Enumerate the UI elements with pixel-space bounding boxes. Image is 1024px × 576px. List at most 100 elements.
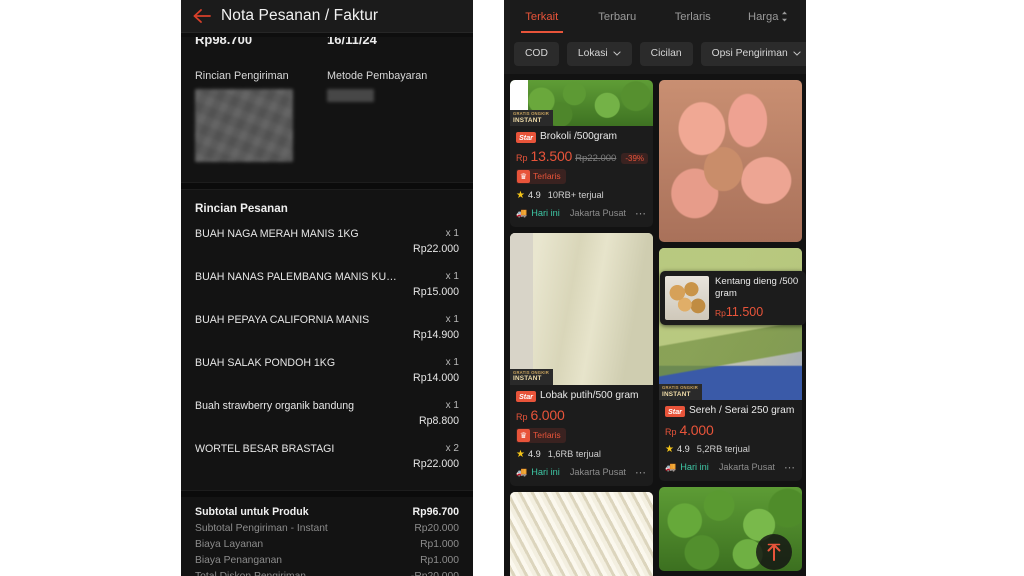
invoice-meta-row: Rincian Pengiriman Metode Pembayaran	[181, 70, 473, 162]
more-options-icon[interactable]: ⋯	[784, 461, 796, 474]
product-rating: ★ 4.9	[516, 449, 541, 460]
product-card-body: Star Brokoli /500gram Rp 13.500 Rp22.000…	[510, 126, 653, 227]
currency-symbol: Rp	[516, 152, 528, 163]
invoice-panel: Nota Pesanan / Faktur Rp98.700 16/11/24 …	[181, 0, 473, 576]
order-item-price: Rp22.000	[413, 458, 459, 470]
product-card-body: Star Lobak putih/500 gram Rp 6.000 ♛ Ter…	[510, 385, 653, 486]
seller-city: Jakarta Pusat	[718, 462, 775, 473]
product-footer: 🚚 Hari ini Jakarta Pusat ⋯	[665, 461, 796, 474]
shipping-eta: Hari ini	[531, 208, 560, 219]
bestseller-label: Terlaris	[533, 171, 561, 182]
product-name-line: Star Sereh / Serai 250 gram	[665, 405, 796, 418]
scroll-to-top-arrow-icon[interactable]	[756, 534, 792, 570]
product-meta: ★ 4.9 5,2RB terjual	[665, 444, 796, 455]
product-price-line: Rp 4.000	[665, 422, 796, 438]
chevron-down-icon	[792, 49, 801, 58]
trophy-icon: ♛	[517, 428, 530, 442]
chip-label: Cicilan	[650, 48, 682, 59]
order-item-qty: x 2	[445, 443, 459, 454]
chip-label: COD	[525, 48, 548, 59]
product-name: Sereh / Serai 250 gram	[688, 405, 795, 416]
summary-row-subtotal-pengiriman: Subtotal Pengiriman - Instant Rp20.000	[195, 523, 459, 534]
chevron-down-icon	[612, 49, 621, 58]
shipping-details-redacted	[195, 89, 293, 162]
product-price: 6.000	[530, 406, 565, 423]
product-rating: ★ 4.9	[516, 190, 541, 201]
currency-symbol: Rp	[516, 411, 528, 422]
summary-value: Rp96.700	[412, 506, 459, 518]
summary-row-biaya-layanan: Biaya Layanan Rp1.000	[195, 539, 459, 550]
filter-chip-opsi-pengiriman[interactable]: Opsi Pengiriman	[700, 41, 806, 66]
summary-value: -Rp20.000	[411, 571, 459, 576]
summary-label: Subtotal untuk Produk	[195, 506, 309, 518]
currency-symbol: Rp	[665, 426, 677, 437]
invoice-top-date: 16/11/24	[327, 37, 377, 47]
order-details-title: Rincian Pesanan	[195, 202, 288, 215]
product-rating: ★ 4.9	[665, 444, 690, 455]
payment-method-redacted	[327, 89, 374, 102]
badge-line-1: GRATIS ONGKIR	[513, 110, 550, 116]
order-item-name: BUAH NANAS PALEMBANG MANIS KUPAS	[195, 271, 400, 283]
seller-city: Jakarta Pusat	[569, 467, 626, 477]
order-item-qty: x 1	[445, 400, 459, 411]
product-card[interactable]	[659, 80, 802, 242]
product-price-line: Rp 6.000	[516, 407, 647, 423]
truck-icon: 🚚	[516, 207, 528, 218]
product-grid-column-right: GRATIS ONGKIR INSTANT Star Sereh / Serai…	[659, 80, 802, 576]
product-card[interactable]: GRATIS ONGKIR INSTANT Star Brokoli /500g…	[510, 80, 653, 227]
tab-label: Terbaru	[598, 10, 637, 23]
summary-row-diskon-pengiriman: Total Diskon Pengiriman -Rp20.000	[195, 571, 459, 576]
order-item: Buah strawberry organik bandung x 1 Rp8.…	[195, 400, 459, 430]
product-card[interactable]	[510, 491, 653, 576]
star-seller-badge: Star	[516, 390, 536, 402]
order-item: BUAH NAGA MERAH MANIS 1KG x 1 Rp22.000	[195, 228, 459, 258]
order-item-qty: x 1	[445, 228, 459, 239]
back-arrow-icon[interactable]	[189, 5, 215, 27]
filter-chip-cod[interactable]: COD	[514, 41, 559, 66]
badge-line-1: GRATIS ONGKIR	[662, 384, 699, 390]
summary-label: Biaya Penanganan	[195, 555, 283, 566]
badge-line-2: INSTANT	[513, 375, 542, 383]
tab-terlaris[interactable]: Terlaris	[655, 0, 731, 33]
payment-summary: Subtotal untuk Produk Rp96.700 Subtotal …	[181, 497, 473, 576]
tab-terbaru[interactable]: Terbaru	[580, 0, 656, 33]
shipping-info: 🚚 Hari ini	[516, 467, 560, 478]
tab-terkait[interactable]: Terkait	[504, 0, 580, 33]
summary-value: Rp1.000	[420, 539, 459, 550]
chip-label: Lokasi	[577, 48, 608, 59]
product-name: Kentang dieng /500 gram	[715, 276, 799, 299]
star-icon: ★	[516, 448, 525, 460]
order-item-name: BUAH PEPAYA CALIFORNIA MANIS	[195, 314, 370, 326]
order-item: BUAH NANAS PALEMBANG MANIS KUPAS x 1 Rp1…	[195, 271, 459, 301]
seller-city: Jakarta Pusat	[569, 208, 626, 219]
invoice-body: Rp98.700 16/11/24 Rincian Pengiriman Met…	[181, 37, 473, 576]
bestseller-badge: ♛ Terlaris	[516, 168, 566, 184]
more-options-icon[interactable]: ⋯	[635, 466, 647, 479]
bestseller-badge: ♛ Terlaris	[516, 427, 566, 443]
filter-chip-cicilan[interactable]: Cicilan	[639, 41, 693, 66]
search-results-panel: Terkait Terbaru Terlaris Harga COD Lokas…	[504, 0, 806, 576]
product-price: 13.500	[530, 147, 573, 164]
tab-harga[interactable]: Harga	[731, 0, 807, 33]
tab-label: Terkait	[525, 10, 559, 23]
rating-value: 4.9	[527, 190, 541, 201]
badge-line-2: INSTANT	[662, 390, 691, 398]
summary-label: Total Diskon Pengiriman	[195, 571, 306, 576]
page-title: Nota Pesanan / Faktur	[221, 7, 379, 24]
order-item-price: Rp15.000	[413, 286, 459, 298]
sold-count: 1,6RB terjual	[547, 449, 601, 459]
quick-view-product-card[interactable]: Kentang dieng /500 gram Rp11.500	[660, 271, 806, 325]
star-seller-badge: Star	[665, 406, 685, 417]
star-icon: ★	[516, 189, 525, 201]
filter-chip-lokasi[interactable]: Lokasi	[566, 41, 632, 66]
chicken-meat-photo	[659, 80, 802, 242]
currency-symbol: Rp	[715, 307, 726, 318]
order-item-qty: x 1	[445, 271, 459, 282]
shipping-eta: Hari ini	[680, 462, 709, 473]
product-card[interactable]: GRATIS ONGKIR INSTANT Star Lobak putih/5…	[510, 232, 653, 486]
broccoli-photo: GRATIS ONGKIR INSTANT	[510, 80, 653, 126]
more-options-icon[interactable]: ⋯	[635, 207, 647, 220]
product-name: Lobak putih/500 gram	[539, 389, 639, 401]
invoice-top-summary: Rp98.700 16/11/24	[181, 37, 473, 53]
free-shipping-instant-badge: GRATIS ONGKIR INSTANT	[510, 368, 554, 385]
